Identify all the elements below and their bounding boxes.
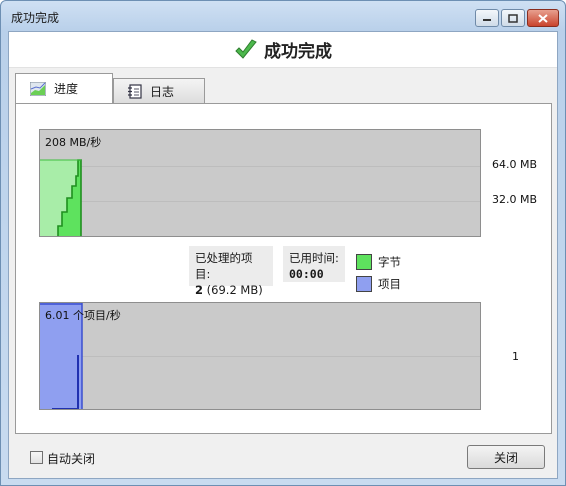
processed-items-label: 已处理的项目: [195, 251, 253, 281]
checkmark-icon [235, 38, 257, 59]
title-bar[interactable]: 成功完成 [1, 1, 565, 31]
status-header: 成功完成 [9, 32, 557, 68]
bytes-scale-low: 32.0 MB [492, 193, 538, 206]
window-controls [475, 9, 559, 27]
bytes-scale-high: 64.0 MB [492, 158, 538, 171]
processed-items-box: 已处理的项目: 2 (69.2 MB) [189, 246, 273, 297]
elapsed-time-box: 已用时间: 00:00 [283, 246, 345, 282]
graph-legend: 字节 项目 [356, 251, 401, 295]
items-swatch [356, 276, 372, 292]
minimize-button[interactable] [475, 9, 499, 27]
maximize-icon [508, 13, 518, 23]
gridline [40, 356, 480, 357]
legend-items: 项目 [356, 273, 401, 295]
legend-bytes-label: 字节 [378, 255, 401, 269]
dialog-client-area: 成功完成 进度 日志 208 MB/秒 64.0 MB 32.0 MB 已处理的… [8, 31, 558, 479]
status-title: 成功完成 [264, 42, 332, 62]
gridline [40, 166, 480, 167]
items-graph: 6.01 个项目/秒 [39, 302, 481, 410]
elapsed-time-value: 00:00 [289, 267, 324, 281]
tab-progress-label: 进度 [54, 82, 79, 96]
throughput-graph: 208 MB/秒 [39, 129, 481, 237]
close-button[interactable]: 关闭 [467, 445, 545, 469]
legend-items-label: 项目 [378, 277, 401, 291]
bytes-swatch [356, 254, 372, 270]
minimize-icon [483, 19, 491, 21]
close-icon [538, 13, 548, 23]
tab-log-label: 日志 [150, 85, 175, 99]
bytes-rate-label: 208 MB/秒 [45, 136, 102, 149]
close-window-button[interactable] [527, 9, 559, 27]
legend-bytes: 字节 [356, 251, 401, 273]
maximize-button[interactable] [501, 9, 525, 27]
tab-log[interactable]: 日志 [113, 78, 205, 104]
app-window: 成功完成 成功完成 进度 日志 208 MB/秒 64.0 MB 32.0 MB… [0, 0, 566, 486]
processed-items-size: (69.2 MB) [206, 283, 263, 297]
log-notebook-icon [128, 84, 142, 99]
processed-items-count: 2 [195, 283, 204, 297]
elapsed-time-label: 已用时间: [289, 251, 339, 265]
dialog-footer: 自动关闭 关闭 [9, 434, 557, 478]
gridline [40, 201, 480, 202]
items-scale-value: 1 [512, 350, 519, 363]
progress-panel: 208 MB/秒 64.0 MB 32.0 MB 已处理的项目: 2 (69.2… [15, 103, 552, 434]
auto-close-checkbox[interactable] [30, 451, 43, 464]
tab-progress[interactable]: 进度 [15, 73, 113, 103]
items-rate-label: 6.01 个项目/秒 [45, 309, 121, 322]
window-title: 成功完成 [11, 11, 60, 25]
auto-close-label[interactable]: 自动关闭 [47, 450, 95, 467]
progress-chart-icon [30, 81, 46, 96]
